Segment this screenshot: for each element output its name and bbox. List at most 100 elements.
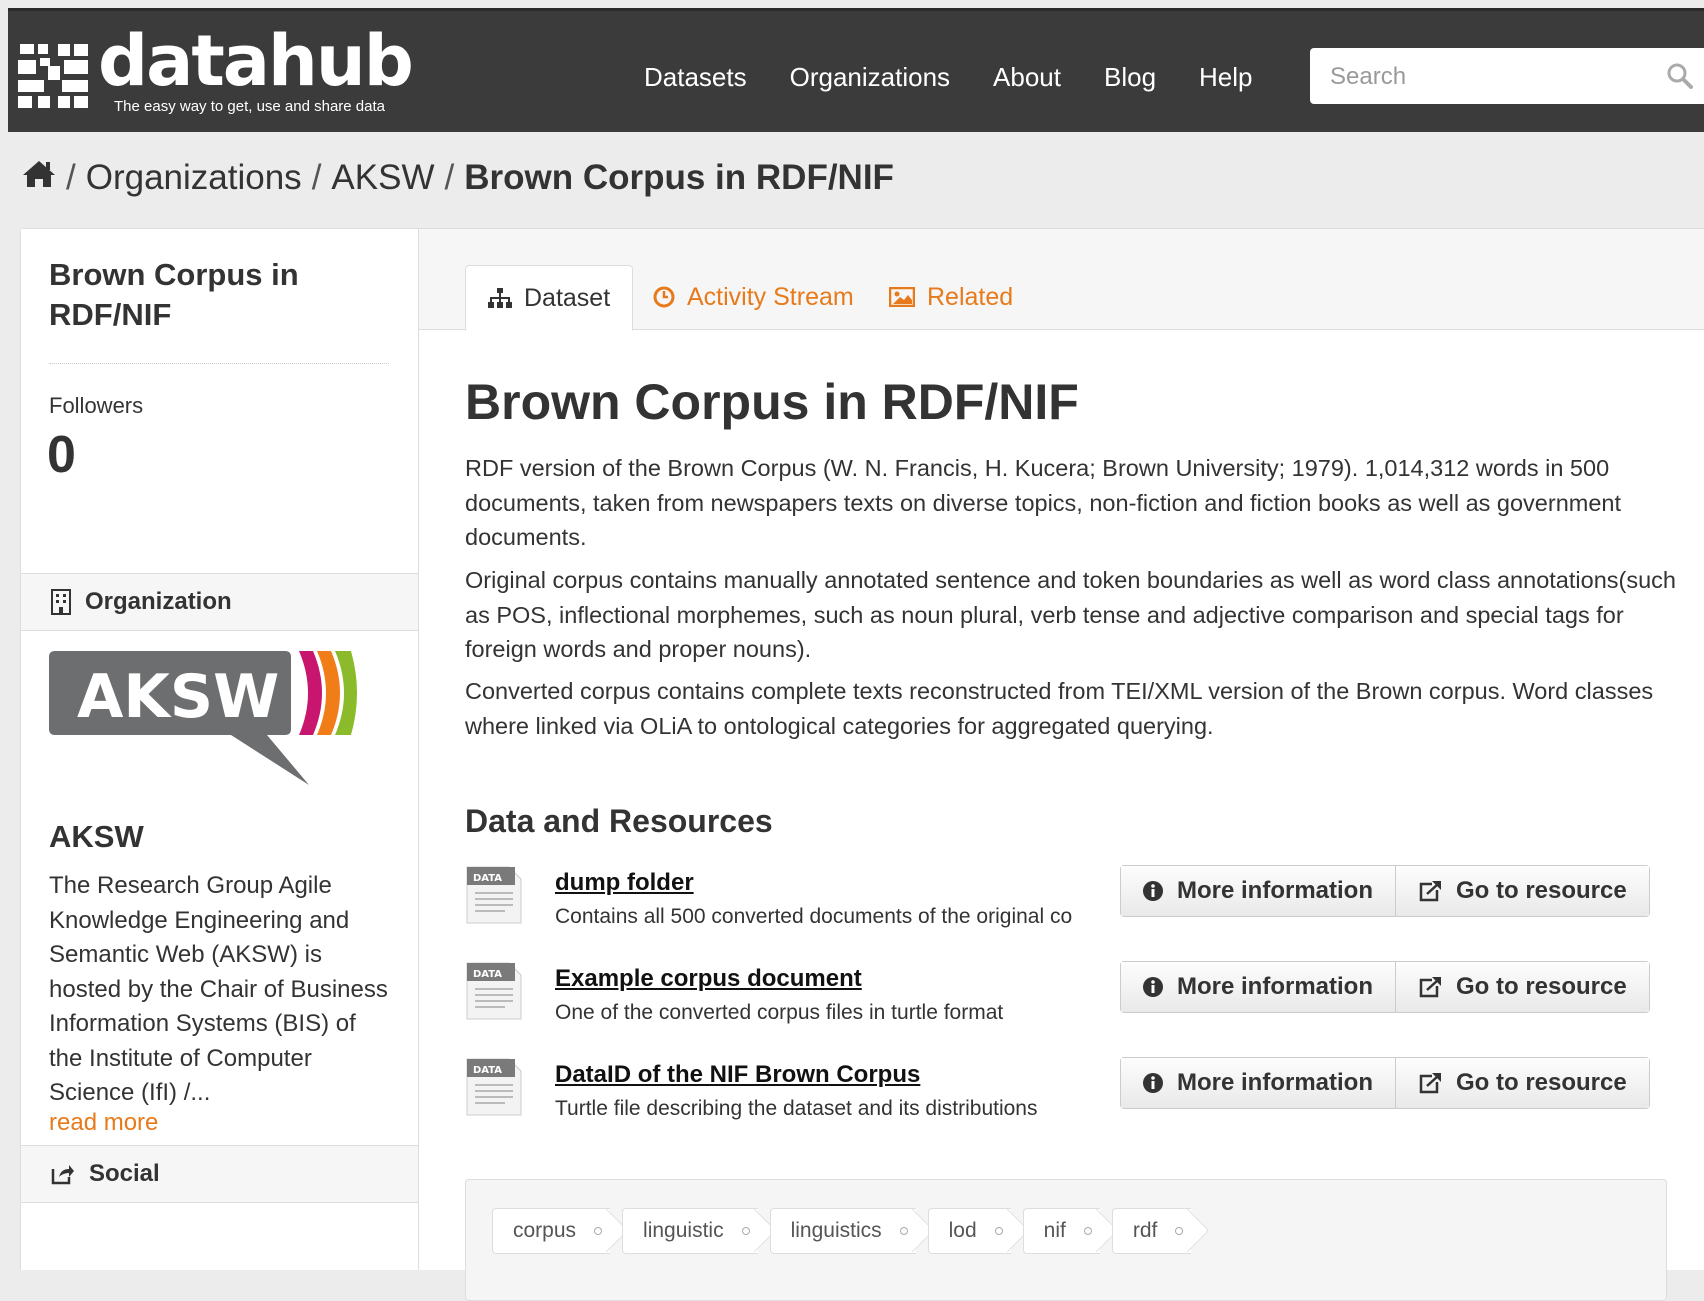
sidebar: Brown Corpus in RDF/NIF Followers 0 Orga… bbox=[21, 229, 419, 1270]
data-and-resources-heading: Data and Resources bbox=[465, 803, 773, 839]
tag-label: corpus bbox=[513, 1219, 577, 1242]
resource-description: Contains all 500 converted documents of … bbox=[555, 905, 1073, 928]
tab-activity-stream-label: Activity Stream bbox=[687, 282, 854, 311]
nav-blog[interactable]: Blog bbox=[1104, 62, 1156, 93]
go-to-resource-label: Go to resource bbox=[1456, 1069, 1627, 1096]
main-nav: Datasets Organizations About Blog Help bbox=[644, 62, 1296, 93]
nav-organizations[interactable]: Organizations bbox=[790, 62, 950, 93]
info-icon bbox=[1143, 1073, 1163, 1093]
tag-linguistics[interactable]: linguistics bbox=[769, 1208, 916, 1254]
tag-dot-icon bbox=[899, 1227, 908, 1235]
nav-help[interactable]: Help bbox=[1199, 62, 1252, 93]
breadcrumb-separator: / bbox=[311, 158, 322, 197]
followers-label: Followers bbox=[49, 393, 144, 418]
organization-module-heading: Organization bbox=[21, 573, 418, 631]
share-icon bbox=[51, 1163, 75, 1185]
followers-count: 0 bbox=[47, 426, 76, 484]
logo-tagline: The easy way to get, use and share data bbox=[114, 98, 386, 115]
aksw-logo-text: AKSW bbox=[77, 662, 279, 732]
more-information-label: More information bbox=[1177, 1069, 1373, 1096]
tag-dot-icon bbox=[1175, 1227, 1184, 1235]
go-to-resource-button[interactable]: Go to resource bbox=[1395, 1058, 1649, 1108]
svg-text:DATA: DATA bbox=[473, 1065, 502, 1076]
svg-text:DATA: DATA bbox=[473, 969, 502, 980]
resource-item: DATA DataID of the NIF Brown Corpus Turt… bbox=[465, 1057, 1695, 1137]
sidebar-dataset-title: Brown Corpus in RDF/NIF bbox=[49, 257, 299, 332]
resource-description: Turtle file describing the dataset and i… bbox=[555, 1097, 1038, 1120]
info-icon bbox=[1143, 977, 1163, 997]
go-to-resource-button[interactable]: Go to resource bbox=[1395, 962, 1649, 1012]
resource-name[interactable]: DataID of the NIF Brown Corpus bbox=[555, 1061, 920, 1089]
more-information-button[interactable]: More information bbox=[1121, 962, 1395, 1012]
resource-item: DATA dump folder Contains all 500 conver… bbox=[465, 865, 1695, 945]
breadcrumb-aksw[interactable]: AKSW bbox=[331, 158, 434, 198]
resource-actions: More information Go to resource bbox=[1120, 1057, 1650, 1109]
tab-dataset-label: Dataset bbox=[524, 283, 611, 312]
organization-heading: Organization bbox=[85, 588, 232, 615]
resource-actions: More information Go to resource bbox=[1120, 961, 1650, 1013]
breadcrumb-current[interactable]: Brown Corpus in RDF/NIF bbox=[464, 158, 894, 198]
tag-linguistic[interactable]: linguistic bbox=[622, 1208, 758, 1254]
resource-name[interactable]: Example corpus document bbox=[555, 965, 862, 993]
tab-related-label: Related bbox=[927, 282, 1014, 311]
picture-icon bbox=[889, 287, 915, 307]
resource-item: DATA Example corpus document One of the … bbox=[465, 961, 1695, 1041]
external-link-icon bbox=[1418, 1072, 1442, 1094]
tag-label: lod bbox=[948, 1219, 977, 1242]
tag-corpus[interactable]: corpus bbox=[492, 1208, 611, 1254]
org-name: AKSW bbox=[49, 819, 144, 854]
main-wrapper: Brown Corpus in RDF/NIF Followers 0 Orga… bbox=[20, 228, 1704, 1301]
tab-dataset[interactable]: Dataset bbox=[465, 265, 634, 331]
dataset-description-paragraph: RDF version of the Brown Corpus (W. N. F… bbox=[465, 455, 1622, 550]
data-file-icon: DATA bbox=[466, 962, 522, 1020]
nav-datasets[interactable]: Datasets bbox=[644, 62, 747, 93]
go-to-resource-label: Go to resource bbox=[1456, 973, 1627, 1000]
tag-nif[interactable]: nif bbox=[1022, 1208, 1100, 1254]
tags-box: corpus linguistic linguistics lod nif rd… bbox=[465, 1179, 1667, 1301]
read-more-link[interactable]: read more bbox=[49, 1109, 158, 1137]
header-top-line bbox=[8, 8, 1704, 11]
home-icon[interactable] bbox=[22, 158, 56, 198]
tabs-bar: Dataset Activity Stream Related bbox=[419, 229, 1704, 331]
datahub-logo-mark-icon bbox=[18, 44, 88, 108]
tag-lod[interactable]: lod bbox=[927, 1208, 1011, 1254]
search-input[interactable] bbox=[1328, 58, 1652, 96]
go-to-resource-label: Go to resource bbox=[1456, 877, 1627, 904]
more-information-button[interactable]: More information bbox=[1121, 866, 1395, 916]
dataset-title: Brown Corpus in RDF/NIF bbox=[465, 374, 1079, 430]
tag-label: nif bbox=[1043, 1219, 1066, 1242]
search-box bbox=[1310, 48, 1704, 104]
tag-label: linguistic bbox=[643, 1219, 724, 1242]
tab-related[interactable]: Related bbox=[889, 265, 1013, 329]
breadcrumb-separator: / bbox=[66, 158, 76, 197]
tag-dot-icon bbox=[1083, 1227, 1092, 1235]
data-file-icon: DATA bbox=[466, 866, 522, 924]
go-to-resource-button[interactable]: Go to resource bbox=[1395, 866, 1649, 916]
sidebar-divider bbox=[49, 363, 389, 364]
breadcrumb-separator: / bbox=[444, 158, 455, 197]
aksw-logo[interactable]: AKSW bbox=[47, 649, 361, 794]
breadcrumb: / Organizations / AKSW / Brown Corpus in… bbox=[22, 158, 894, 198]
clock-icon bbox=[653, 286, 675, 308]
external-link-icon bbox=[1418, 976, 1442, 998]
site-header: datahub The easy way to get, use and sha… bbox=[8, 8, 1704, 132]
tag-label: rdf bbox=[1132, 1219, 1158, 1242]
resource-name[interactable]: dump folder bbox=[555, 869, 694, 897]
external-link-icon bbox=[1418, 880, 1442, 902]
dataset-description-paragraph: Converted corpus contains complete texts… bbox=[465, 678, 1654, 739]
more-information-label: More information bbox=[1177, 973, 1373, 1000]
tag-rdf[interactable]: rdf bbox=[1111, 1208, 1192, 1254]
social-module-heading: Social bbox=[21, 1145, 418, 1203]
logo-text: datahub bbox=[98, 20, 414, 102]
breadcrumb-organizations[interactable]: Organizations bbox=[86, 158, 302, 198]
tag-list: corpus linguistic linguistics lod nif rd… bbox=[492, 1208, 1203, 1254]
building-icon bbox=[51, 589, 71, 615]
resource-actions: More information Go to resource bbox=[1120, 865, 1650, 917]
search-icon[interactable] bbox=[1666, 62, 1694, 90]
tab-activity-stream[interactable]: Activity Stream bbox=[653, 265, 854, 329]
tag-dot-icon bbox=[594, 1227, 603, 1235]
tag-dot-icon bbox=[994, 1227, 1003, 1235]
more-information-button[interactable]: More information bbox=[1121, 1058, 1395, 1108]
more-information-label: More information bbox=[1177, 877, 1373, 904]
nav-about[interactable]: About bbox=[993, 62, 1061, 93]
